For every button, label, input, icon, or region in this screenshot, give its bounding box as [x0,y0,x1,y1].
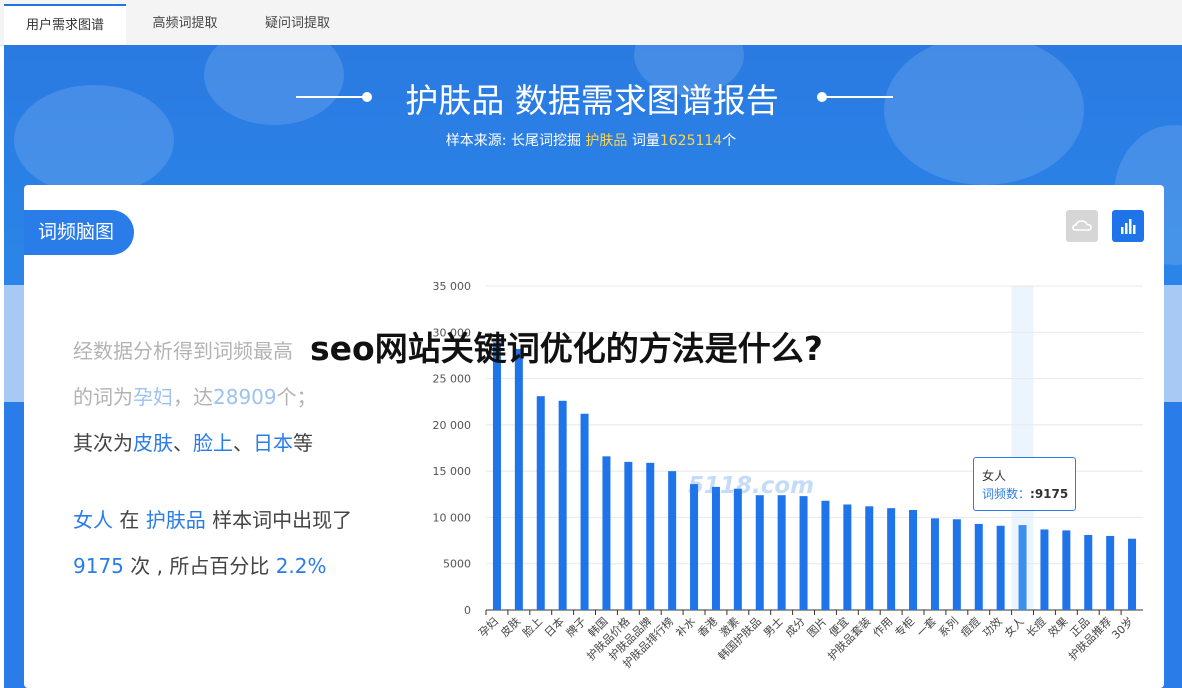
bar [492,342,501,610]
x-tick-label: 作用 [871,615,896,640]
x-tick-label: 男士 [761,615,786,640]
x-tick-label: 专柜 [892,614,917,639]
bar [536,396,545,610]
chart-tooltip: 女人 词频数：:9175 [973,457,1076,511]
x-tick-label: 脸上 [519,614,544,639]
bar [887,508,896,610]
x-tick-label: 香港 [695,615,720,640]
bar [843,504,852,610]
bar [1040,529,1049,610]
bar [558,400,567,610]
bar [1062,530,1071,610]
x-tick-label: 孕妇 [476,615,501,640]
watermark-5118: 5118.com [688,473,815,499]
x-tick-label: 一套 [914,615,939,640]
x-tick-label: 图片 [805,615,830,640]
x-tick-label: 日本 [541,614,566,639]
bar [514,348,523,610]
bar [624,461,633,610]
y-tick-label: 20 000 [433,419,472,432]
y-tick-label: 35 000 [433,280,472,293]
y-tick-label: 10 000 [433,511,472,524]
y-tick-label: 15 000 [433,465,472,478]
x-tick-label: 女人 [1001,614,1026,639]
y-tick-label: 5000 [443,558,471,571]
x-tick-label: 功效 [979,614,1004,639]
x-tick-label: 护肤品推荐 [1065,614,1114,663]
bar [690,484,699,610]
x-tick-label: 皮肤 [498,614,523,639]
bar [777,495,786,610]
x-tick-label: 补水 [673,615,698,640]
bar [865,506,874,610]
bar [909,510,918,610]
x-tick-label: 30岁 [1109,614,1137,642]
bar [1128,538,1137,610]
tooltip-word: 女人 [982,469,1007,483]
tooltip-label: 词频数： [982,487,1031,501]
x-tick-label: 成分 [783,615,808,640]
x-tick-label: 痘痘 [957,614,982,639]
x-tick-label: 长痘 [1023,614,1048,639]
bar [996,525,1005,610]
bar [580,413,589,610]
x-tick-label: 牌子 [563,614,588,639]
bar [821,500,830,610]
bar [755,495,764,610]
x-tick-label: 系列 [936,614,961,639]
bar [974,523,983,610]
bar [799,496,808,610]
x-tick-label: 效果 [1045,614,1070,639]
bar [1018,525,1027,610]
bar [668,471,677,610]
bar [602,456,611,610]
bar [1084,535,1093,610]
bar [733,488,742,610]
tooltip-value: :9175 [1030,487,1069,501]
y-tick-label: 25 000 [433,373,472,386]
y-tick-label: 0 [464,604,471,617]
bar [930,518,939,610]
bar [1106,535,1115,610]
x-tick-label: 韩国护肤品 [715,614,764,663]
bar [646,462,655,610]
overlay-headline: seo网站关键词优化的方法是什么? [310,329,823,368]
bar [952,519,961,610]
bar [711,486,720,610]
x-tick-label: 护肤品套装 [825,614,874,663]
